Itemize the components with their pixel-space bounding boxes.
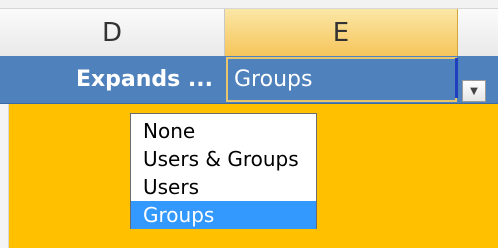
list-option-groups[interactable]: Groups xyxy=(131,201,316,229)
dropdown-list[interactable]: None Users & Groups Users Groups xyxy=(130,113,317,229)
column-header-f[interactable] xyxy=(458,9,498,56)
chevron-down-icon: ▼ xyxy=(470,85,478,97)
dropdown-arrow-button[interactable]: ▼ xyxy=(462,80,486,102)
active-cell-groups[interactable]: Groups xyxy=(226,57,457,102)
header-cell-expands[interactable]: Expands ... xyxy=(0,56,225,103)
list-option-users[interactable]: Users xyxy=(131,173,316,201)
column-header-e[interactable]: E xyxy=(225,9,458,56)
list-option-none[interactable]: None xyxy=(131,117,316,145)
column-header-d[interactable]: D xyxy=(0,9,225,56)
cell-edge-marker xyxy=(455,58,458,98)
sheet-top-strip xyxy=(0,0,498,9)
list-option-users-and-groups[interactable]: Users & Groups xyxy=(131,145,316,173)
row-edge xyxy=(0,104,9,248)
